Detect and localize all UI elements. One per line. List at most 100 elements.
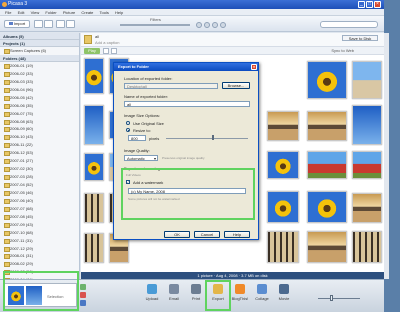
sidebar-folder-item[interactable]: 2006-01 (19)	[0, 62, 79, 70]
sidebar-folder-item[interactable]: 2007-02 (30)	[0, 165, 79, 173]
collage-button[interactable]: Collage	[252, 283, 272, 307]
photo-thumbnail[interactable]	[307, 111, 347, 141]
menu-edit[interactable]: Edit	[18, 9, 25, 16]
filter-slider[interactable]	[120, 24, 190, 26]
sidebar-folder-item[interactable]: 2007-01 (27)	[0, 157, 79, 165]
location-field[interactable]: Desktop\all	[124, 83, 218, 89]
search-input[interactable]	[320, 21, 378, 28]
sidebar-folder-item[interactable]: 2006-05 (42)	[0, 94, 79, 102]
sidebar-folder-item[interactable]: 2007-04 (52)	[0, 181, 79, 189]
sidebar-group-projects[interactable]: Projects (1)	[0, 40, 79, 47]
geotag-filter-icon[interactable]	[220, 22, 226, 28]
sidebar-folder-item[interactable]: 2006-12 (53)	[0, 149, 79, 157]
menu-help[interactable]: Help	[115, 9, 123, 16]
photo-thumbnail[interactable]	[84, 58, 104, 94]
import-button[interactable]: Import	[4, 20, 30, 28]
photo-thumbnail[interactable]	[307, 191, 347, 223]
photo-thumbnail[interactable]	[307, 61, 347, 99]
sidebar-folder-item[interactable]: 2006-06 (35)	[0, 102, 79, 110]
resize-slider-knob[interactable]	[212, 135, 214, 140]
photo-thumbnail[interactable]	[307, 151, 347, 179]
photo-thumbnail[interactable]	[267, 191, 299, 223]
sidebar-folder-item[interactable]: 2007-10 (68)	[0, 229, 79, 237]
browse-button[interactable]: Browse...	[222, 82, 250, 89]
star-filter-icon[interactable]	[196, 22, 202, 28]
folder-name-field[interactable]: all	[124, 101, 250, 107]
sidebar-folder-item[interactable]: 2006-03 (33)	[0, 78, 79, 86]
photo-thumbnail[interactable]	[352, 105, 382, 145]
sidebar-folder-item[interactable]: 2007-07 (68)	[0, 205, 79, 213]
help-button[interactable]: Help	[224, 231, 250, 238]
sidebar-folder-item[interactable]: 2007-05 (46)	[0, 189, 79, 197]
sidebar-folder-item[interactable]: 2007-06 (40)	[0, 197, 79, 205]
photo-thumbnail[interactable]	[84, 233, 104, 263]
photo-thumbnail[interactable]	[352, 193, 382, 223]
photo-thumbnail[interactable]	[267, 111, 299, 141]
menu-folder[interactable]: Folder	[45, 9, 56, 16]
sidebar-group-albums[interactable]: Albums (5)	[0, 33, 79, 40]
photo-thumbnail[interactable]	[352, 61, 382, 99]
sidebar-folder-item[interactable]: 2008-01 (31)	[0, 252, 79, 260]
sidebar-folder-item[interactable]: 2008-02 (29)	[0, 260, 79, 268]
photo-thumbnail[interactable]	[352, 151, 382, 179]
sidebar-folder-item[interactable]: 2007-03 (28)	[0, 173, 79, 181]
sidebar-folder-item[interactable]: 2006-11 (22)	[0, 141, 79, 149]
sidebar-item-screen-captures[interactable]: Screen Captures (6)	[0, 47, 79, 55]
add-icon[interactable]	[56, 20, 65, 28]
blogthis-button[interactable]: BlogThis!	[230, 283, 250, 307]
add-to-album-icon[interactable]	[80, 300, 86, 306]
minimize-icon[interactable]: _	[358, 1, 365, 8]
sidebar-folder-item[interactable]: 2007-11 (31)	[0, 237, 79, 245]
cancel-button[interactable]: Cancel	[194, 231, 220, 238]
resize-slider[interactable]	[166, 138, 248, 139]
video-filter-icon[interactable]	[204, 22, 210, 28]
menu-tools[interactable]: Tools	[100, 9, 109, 16]
sidebar-folder-item[interactable]: 2007-09 (43)	[0, 221, 79, 229]
photo-thumbnail[interactable]	[267, 231, 299, 263]
play-button[interactable]: Play	[84, 48, 100, 54]
photo-thumbnail[interactable]	[267, 151, 299, 179]
map-icon[interactable]	[111, 48, 117, 54]
photo-thumbnail[interactable]	[84, 105, 104, 145]
menu-picture[interactable]: Picture	[63, 9, 75, 16]
sidebar-group-folders[interactable]: Folders (48)	[0, 54, 79, 62]
movie-button[interactable]: Movie	[274, 283, 294, 307]
sidebar-folder-item[interactable]: 2007-12 (29)	[0, 245, 79, 253]
timeline-icon[interactable]	[44, 20, 53, 28]
photo-thumbnail[interactable]	[84, 153, 104, 181]
sidebar-folder-item[interactable]: 2006-10 (43)	[0, 133, 79, 141]
sidebar-folder-item[interactable]: 2006-08 (63)	[0, 118, 79, 126]
sidebar-folder-item[interactable]: 2006-09 (60)	[0, 125, 79, 133]
dialog-close-icon[interactable]: ×	[251, 64, 257, 70]
people-icon[interactable]	[103, 48, 109, 54]
sidebar-folder-item[interactable]: 2006-04 (96)	[0, 86, 79, 94]
zoom-slider[interactable]	[318, 298, 360, 299]
email-button[interactable]: Email	[164, 283, 184, 307]
library-view-icon[interactable]	[34, 20, 43, 28]
clear-icon[interactable]	[80, 292, 86, 298]
sidebar-folder-item[interactable]: 2006-07 (75)	[0, 110, 79, 118]
original-size-radio[interactable]	[126, 121, 130, 125]
save-to-disk-button[interactable]: Save to Disk	[342, 35, 378, 41]
upload-button[interactable]: Upload	[142, 283, 162, 307]
menu-file[interactable]: File	[5, 9, 11, 16]
zoom-slider-knob[interactable]	[330, 295, 333, 301]
image-quality-select[interactable]: Automatic	[124, 155, 158, 161]
folder-view-icon[interactable]	[66, 20, 75, 28]
sidebar-folder-item[interactable]: 2006-02 (33)	[0, 70, 79, 78]
close-icon[interactable]: ×	[374, 1, 381, 8]
maximize-icon[interactable]: □	[366, 1, 373, 8]
photo-thumbnail[interactable]	[352, 231, 382, 263]
face-filter-icon[interactable]	[212, 22, 218, 28]
resize-pixels-field[interactable]: 800	[128, 135, 146, 141]
photo-thumbnail[interactable]	[307, 231, 347, 263]
hold-icon[interactable]	[80, 284, 86, 290]
folder-caption[interactable]: Add a caption	[95, 40, 119, 45]
sync-to-web-label[interactable]: Sync to Web	[331, 48, 354, 54]
print-button[interactable]: Print	[186, 283, 206, 307]
menu-view[interactable]: View	[31, 9, 40, 16]
library-scrollbar[interactable]	[384, 33, 389, 279]
sidebar-folder-item[interactable]: 2007-08 (45)	[0, 213, 79, 221]
menu-create[interactable]: Create	[81, 9, 93, 16]
photo-thumbnail[interactable]	[84, 193, 104, 223]
